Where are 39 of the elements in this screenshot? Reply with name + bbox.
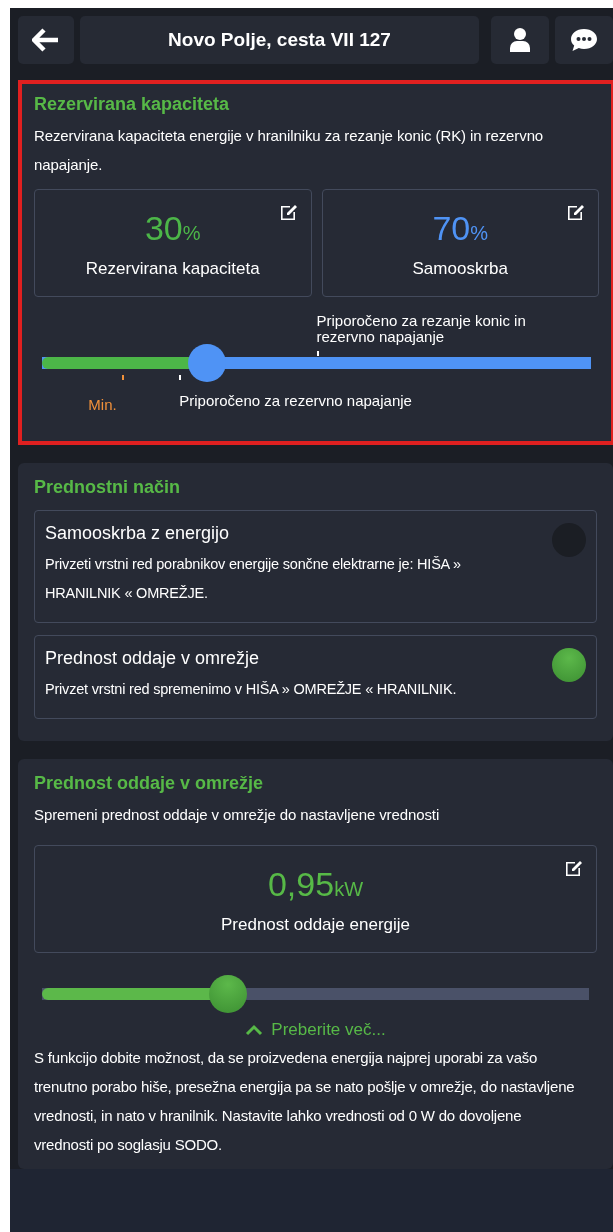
section-title: Prednostni način bbox=[34, 477, 182, 498]
section-description: Spremeni prednost oddaje v omrežje do nastavljene vrednosti bbox=[34, 805, 441, 825]
mode-option[interactable]: Prednost oddaje v omrežje Privzet vrstni red spremenimo v HIŠA » OMREŽJE « HRANILNIK. bbox=[34, 635, 597, 719]
slider-thumb[interactable] bbox=[187, 344, 226, 382]
chat-button[interactable] bbox=[555, 16, 613, 64]
edit-icon[interactable] bbox=[278, 202, 299, 222]
slider-thumb[interactable] bbox=[208, 975, 247, 1013]
details-paragraph: S funkcijo dobite možnost, da se proizvedena energija najprej uporabi za vašo trenutno porabo hiše, presežna energija pa se nato pošlje v omrežje, do nastavljene vrednosti, in nato v hranilnik. Nastavite lahko vrednosti od 0 W do dovoljene vrednosti po soglasju SODO. bbox=[34, 1048, 576, 1155]
value-tile[interactable]: 70% Samooskrba bbox=[321, 189, 599, 297]
chevron-icon bbox=[245, 1024, 264, 1036]
mode-option[interactable]: Samooskrba z energijo Privzeti vrstni red porabnikov energije sončne elektrarne je: HIŠA » HRANILNIK « OMREŽJE. bbox=[34, 510, 597, 623]
tile-label: Rezervirana kapaciteta bbox=[85, 258, 260, 279]
marker-label: Priporočeno za rezanje konic in rezervno napajanje bbox=[316, 313, 527, 345]
value-text: 70% bbox=[432, 207, 489, 249]
radio-button[interactable] bbox=[552, 648, 586, 682]
edit-icon[interactable] bbox=[566, 202, 586, 222]
option-title: Samooskrba z energijo bbox=[45, 523, 231, 544]
location-title[interactable]: Novo Polje, cesta VII 127 bbox=[80, 16, 479, 64]
section-title: Prednost oddaje v omrežje bbox=[34, 773, 265, 794]
back-button[interactable] bbox=[18, 16, 74, 64]
value-tile[interactable]: 30% Rezervirana kapaciteta bbox=[34, 189, 312, 297]
value-tile[interactable]: 0,95kW Prednost oddaje energije bbox=[34, 845, 597, 953]
option-description: Privzet vrstni red spremenimo v HIŠA » OMREŽJE « HRANILNIK. bbox=[45, 680, 458, 699]
back-arrow-icon bbox=[32, 28, 60, 52]
user-button[interactable] bbox=[491, 16, 549, 64]
value-text: 30% bbox=[144, 207, 201, 249]
option-description: Privzeti vrstni red porabnikov energije sončne elektrarne je: HIŠA » HRANILNIK « OMREŽJE. bbox=[45, 555, 462, 603]
section-description: Rezervirana kapaciteta energije v hranilniku za rezanje konic (RK) in rezervno napajanje. bbox=[34, 126, 545, 175]
tile-label: Samooskrba bbox=[412, 258, 508, 279]
min-label: Min. bbox=[88, 397, 117, 413]
read-more-link[interactable]: Preberite več... bbox=[239, 1019, 392, 1041]
chat-icon bbox=[570, 28, 598, 52]
marker-label: Priporočeno za rezervno napajanje bbox=[179, 393, 412, 409]
user-icon bbox=[510, 28, 530, 52]
tile-label: Prednost oddaje energije bbox=[221, 914, 410, 935]
option-title: Prednost oddaje v omrežje bbox=[45, 648, 261, 669]
section-title: Rezervirana kapaciteta bbox=[34, 94, 231, 115]
edit-icon[interactable] bbox=[564, 858, 584, 878]
value-text: 0,95kW bbox=[267, 863, 364, 905]
